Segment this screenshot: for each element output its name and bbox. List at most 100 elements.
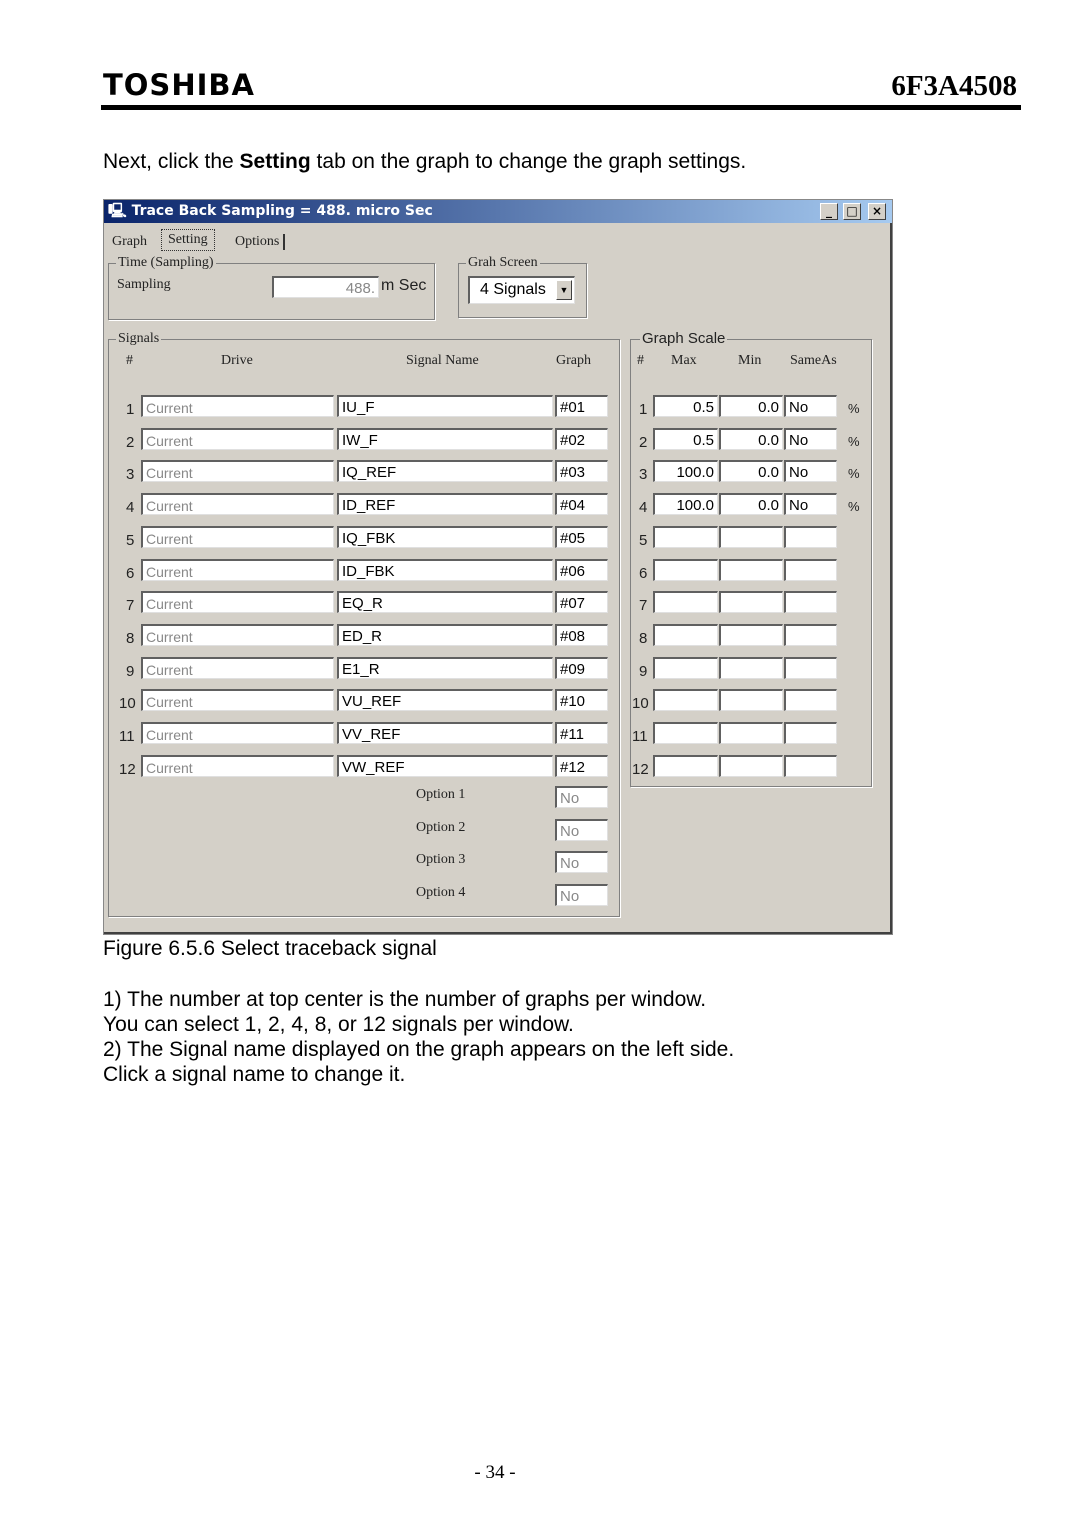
drive-field[interactable]: Current <box>141 558 334 581</box>
min-field[interactable] <box>719 525 783 548</box>
drive-field[interactable]: Current <box>141 656 334 679</box>
min-field[interactable]: 0.0 <box>719 427 783 450</box>
graph-field[interactable]: #01 <box>555 395 608 417</box>
signal-name-field[interactable]: ID_REF <box>337 493 553 516</box>
signal-name-field[interactable]: IQ_REF <box>337 460 553 483</box>
title-bar[interactable]: 🖳 Trace Back Sampling = 488. micro Sec _… <box>104 200 892 223</box>
signal-name-field[interactable]: E1_R <box>337 656 553 679</box>
min-field[interactable] <box>719 656 783 679</box>
signal-name-field[interactable]: VW_REF <box>337 754 553 777</box>
figure-caption: Figure 6.5.6 Select traceback signal <box>103 937 437 960</box>
min-field[interactable] <box>719 754 783 777</box>
row-number: 9 <box>126 662 135 680</box>
max-field[interactable] <box>653 591 718 614</box>
min-field[interactable] <box>719 722 783 744</box>
tab-setting[interactable]: Setting <box>161 229 215 251</box>
drive-field[interactable]: Current <box>141 493 334 516</box>
computer-icon: 🖳 <box>108 203 127 219</box>
sameas-field[interactable] <box>784 656 837 679</box>
sameas-field[interactable] <box>784 722 837 744</box>
dropdown-arrow-icon[interactable]: ▼ <box>556 280 572 300</box>
graph-field[interactable]: #12 <box>555 754 608 777</box>
signal-name-field[interactable]: IQ_FBK <box>337 525 553 548</box>
sameas-field[interactable] <box>784 558 837 581</box>
min-field[interactable] <box>719 689 783 712</box>
max-field[interactable] <box>653 689 718 712</box>
sameas-field[interactable] <box>784 689 837 712</box>
min-field[interactable]: 0.0 <box>719 493 783 516</box>
sameas-field[interactable]: No <box>784 460 837 483</box>
sameas-field[interactable]: No <box>784 427 837 450</box>
drive-field[interactable]: Current <box>141 395 334 417</box>
graph-field[interactable]: #08 <box>555 623 608 646</box>
drive-field[interactable]: Current <box>141 689 334 712</box>
close-button[interactable]: × <box>868 203 886 220</box>
graph-field[interactable]: #09 <box>555 656 608 679</box>
max-field[interactable] <box>653 754 718 777</box>
max-field[interactable] <box>653 558 718 581</box>
sameas-field[interactable] <box>784 591 837 614</box>
graph-field[interactable]: #04 <box>555 493 608 516</box>
sameas-field[interactable] <box>784 754 837 777</box>
header-number: # <box>126 353 133 368</box>
scale-row-number: 9 <box>639 662 648 680</box>
max-field[interactable]: 100.0 <box>653 460 718 483</box>
header-drive: Drive <box>221 353 253 368</box>
scale-row-number: 12 <box>632 760 649 778</box>
graph-scale-label: Graph Scale <box>640 330 728 347</box>
max-field[interactable] <box>653 656 718 679</box>
option-field[interactable]: No <box>555 818 608 841</box>
scale-header-max: Max <box>671 353 697 368</box>
signal-name-field[interactable]: ED_R <box>337 623 553 646</box>
signal-name-field[interactable]: VU_REF <box>337 689 553 712</box>
drive-field[interactable]: Current <box>141 525 334 548</box>
sameas-field[interactable] <box>784 623 837 646</box>
max-field[interactable] <box>653 525 718 548</box>
max-field[interactable]: 0.5 <box>653 395 718 417</box>
drive-field[interactable]: Current <box>141 427 334 450</box>
sameas-field[interactable]: No <box>784 493 837 516</box>
graph-field[interactable]: #11 <box>555 722 608 744</box>
graph-field[interactable]: #03 <box>555 460 608 483</box>
max-field[interactable]: 0.5 <box>653 427 718 450</box>
graph-field[interactable]: #02 <box>555 427 608 450</box>
drive-field[interactable]: Current <box>141 722 334 744</box>
intro-post: tab on the graph to change the graph set… <box>310 150 747 173</box>
option-label: Option 4 <box>416 885 466 901</box>
max-field[interactable] <box>653 623 718 646</box>
tab-graph[interactable]: Graph <box>112 234 147 250</box>
signal-name-field[interactable]: IW_F <box>337 427 553 450</box>
drive-field[interactable]: Current <box>141 754 334 777</box>
sameas-field[interactable]: No <box>784 395 837 417</box>
sameas-field[interactable] <box>784 525 837 548</box>
min-field[interactable] <box>719 558 783 581</box>
sampling-input[interactable]: 488. <box>272 276 379 298</box>
graph-field[interactable]: #05 <box>555 525 608 548</box>
signal-name-field[interactable]: VV_REF <box>337 722 553 744</box>
min-field[interactable] <box>719 623 783 646</box>
graph-field[interactable]: #10 <box>555 689 608 712</box>
drive-field[interactable]: Current <box>141 591 334 614</box>
min-field[interactable] <box>719 591 783 614</box>
tab-options[interactable]: Options <box>235 234 286 250</box>
header-signal-name: Signal Name <box>406 353 479 368</box>
signal-name-field[interactable]: EQ_R <box>337 591 553 614</box>
option-field[interactable]: No <box>555 786 608 808</box>
scale-row-number: 6 <box>639 564 648 582</box>
option-field[interactable]: No <box>555 884 608 907</box>
drive-field[interactable]: Current <box>141 460 334 483</box>
graph-field[interactable]: #06 <box>555 558 608 581</box>
graph-field[interactable]: #07 <box>555 591 608 614</box>
max-field[interactable]: 100.0 <box>653 493 718 516</box>
signal-name-field[interactable]: ID_FBK <box>337 558 553 581</box>
maximize-button[interactable]: □ <box>843 203 861 220</box>
max-field[interactable] <box>653 722 718 744</box>
document-number: 6F3A4508 <box>891 70 1017 102</box>
min-field[interactable]: 0.0 <box>719 395 783 417</box>
signal-name-field[interactable]: IU_F <box>337 395 553 417</box>
drive-field[interactable]: Current <box>141 623 334 646</box>
row-number: 7 <box>126 597 135 615</box>
minimize-button[interactable]: _ <box>820 203 838 220</box>
option-field[interactable]: No <box>555 851 608 874</box>
min-field[interactable]: 0.0 <box>719 460 783 483</box>
